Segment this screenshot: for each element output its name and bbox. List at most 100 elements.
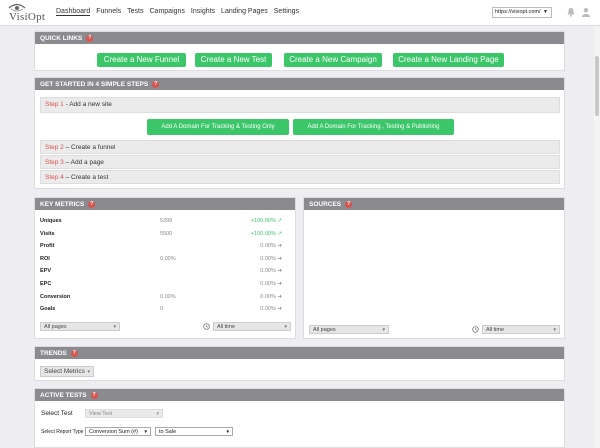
metric-row: Uniques 5399 +100.00% ↗ bbox=[40, 216, 284, 228]
sources-title: SOURCES bbox=[309, 200, 342, 208]
metric-change: 0.00% ➜ bbox=[260, 243, 282, 249]
create-funnel-button[interactable]: Create a New Funnel bbox=[97, 53, 186, 67]
scrollbar-thumb[interactable] bbox=[595, 56, 599, 116]
chevron-down-icon: ▼ bbox=[552, 327, 557, 332]
metric-change-value: 0.00% bbox=[260, 255, 276, 262]
visiopt-logo[interactable]: VisiOpt bbox=[6, 2, 48, 23]
help-icon[interactable]: ? bbox=[152, 80, 160, 88]
report-type-dropdown[interactable]: Conversion Sum (#) ▼ bbox=[85, 427, 151, 436]
sources-header: SOURCES ? bbox=[304, 198, 564, 210]
select-metrics-button[interactable]: Select Metrics ▼ bbox=[40, 366, 94, 377]
select-metrics-label: Select Metrics bbox=[44, 368, 85, 375]
trend-flat-icon: ➜ bbox=[275, 268, 282, 275]
create-test-button[interactable]: Create a New Test bbox=[195, 53, 272, 67]
metric-row: Conversion 0.00% 0.00% ➜ bbox=[40, 292, 284, 304]
metrics-time-select[interactable]: All time ▼ bbox=[213, 322, 291, 331]
sources-panel: SOURCES ? All pages ▼ All time ▼ bbox=[303, 197, 565, 339]
nav-landing-pages[interactable]: Landing Pages bbox=[221, 8, 268, 16]
trend-up-icon: ↗ bbox=[275, 218, 282, 224]
select-test-value: View Test bbox=[89, 411, 113, 417]
step-number: Step 2 bbox=[45, 144, 64, 151]
help-icon[interactable]: ? bbox=[345, 200, 353, 208]
step-text: Create a funnel bbox=[71, 144, 116, 151]
trend-flat-icon: ➜ bbox=[275, 243, 282, 250]
create-landing-page-button[interactable]: Create a New Landing Page bbox=[393, 53, 504, 67]
bell-icon[interactable] bbox=[566, 7, 576, 17]
metric-label: Conversion bbox=[40, 293, 71, 300]
metric-label: ROI bbox=[40, 255, 50, 262]
logo-text: VisiOpt bbox=[9, 11, 46, 23]
report-type-value: Conversion Sum (#) bbox=[89, 429, 138, 435]
metric-label: EPV bbox=[40, 268, 52, 275]
quick-links-title: QUICK LINKS bbox=[40, 34, 83, 42]
step-row-3[interactable]: Step 3 – Add a page bbox=[40, 155, 560, 169]
nav-funnels[interactable]: Funnels bbox=[96, 8, 121, 16]
user-icon[interactable] bbox=[581, 7, 591, 17]
step-row-1[interactable]: Step 1 - Add a new site bbox=[40, 97, 560, 113]
chevron-down-icon: ▼ bbox=[225, 429, 230, 434]
sources-time-select[interactable]: All time ▼ bbox=[482, 325, 560, 334]
add-domain-tracking-button[interactable]: Add A Domain For Tracking & Testing Only bbox=[147, 119, 289, 135]
nav-campaigns[interactable]: Campaigns bbox=[150, 8, 185, 16]
metrics-pages-select[interactable]: All pages ▼ bbox=[40, 322, 120, 331]
trends-header: TRENDS ? bbox=[35, 347, 564, 359]
metric-change: 0.00% ➜ bbox=[260, 268, 282, 274]
select-test-dropdown[interactable]: View Test ▼ bbox=[85, 409, 163, 418]
step-row-2[interactable]: Step 2 – Create a funnel bbox=[40, 140, 560, 154]
get-started-title: GET STARTED IN 4 SIMPLE STEPS bbox=[40, 80, 149, 88]
chevron-down-icon: ▼ bbox=[543, 9, 548, 15]
trends-panel: TRENDS ? Select Metrics ▼ bbox=[34, 346, 565, 381]
main-nav: Dashboard Funnels Tests Campaigns Insigh… bbox=[56, 8, 299, 16]
nav-insights[interactable]: Insights bbox=[191, 8, 215, 16]
chevron-down-icon: ▼ bbox=[155, 411, 160, 416]
step-text: Add a page bbox=[70, 159, 104, 166]
help-icon[interactable]: ? bbox=[90, 391, 98, 399]
metric-change: 0.00% ➜ bbox=[260, 294, 282, 300]
key-metrics-panel: KEY METRICS ? Uniques 5399 +100.00% ↗ Visit… bbox=[34, 197, 296, 339]
metric-row: ROI 0.00% 0.00% ➜ bbox=[40, 254, 284, 266]
metric-change-value: 0.00% bbox=[260, 293, 276, 300]
chevron-down-icon: ▼ bbox=[381, 327, 386, 332]
metric-label: Goals bbox=[40, 306, 56, 313]
step-text: Add a new site bbox=[69, 101, 112, 108]
chevron-down-icon: ▼ bbox=[86, 369, 91, 374]
nav-dashboard[interactable]: Dashboard bbox=[56, 8, 91, 16]
metric-value: 5399 bbox=[160, 218, 173, 224]
metric-row: EPC 0.00% ➜ bbox=[40, 279, 284, 291]
trend-flat-icon: ➜ bbox=[275, 281, 282, 287]
metric-value: 0 bbox=[160, 306, 164, 313]
trend-flat-icon: ➜ bbox=[275, 306, 282, 313]
quick-links-panel: QUICK LINKS ? Create a New Funnel Create… bbox=[34, 31, 565, 71]
metric-change-value: 0.00% bbox=[260, 268, 276, 275]
vertical-scrollbar[interactable] bbox=[594, 26, 600, 448]
step-row-4[interactable]: Step 4 – Create a test bbox=[40, 170, 560, 184]
metric-change: 0.00% ➜ bbox=[260, 281, 282, 287]
add-domain-publishing-button[interactable]: Add A Domain For Tracking , Testing & Pu… bbox=[293, 119, 454, 135]
step-number: Step 4 bbox=[45, 174, 64, 181]
domain-select-value: https://visiopt.com/ bbox=[495, 9, 541, 15]
metric-label: Visits bbox=[40, 230, 55, 237]
metric-value: 5500 bbox=[160, 230, 173, 237]
metric-label: Uniques bbox=[40, 218, 62, 224]
sources-pages-select[interactable]: All pages ▼ bbox=[309, 325, 389, 334]
pages-select-value: All pages bbox=[44, 324, 67, 330]
create-campaign-button[interactable]: Create a New Campaign bbox=[284, 53, 382, 67]
goal-value: to Sale bbox=[159, 429, 177, 435]
goal-dropdown[interactable]: to Sale ▼ bbox=[155, 427, 233, 436]
help-icon[interactable]: ? bbox=[86, 34, 94, 42]
metric-change-value: 0.00% bbox=[260, 306, 276, 313]
nav-settings[interactable]: Settings bbox=[274, 8, 299, 16]
help-icon[interactable]: ? bbox=[88, 200, 96, 208]
time-select-value: All time bbox=[486, 327, 505, 333]
select-test-label: Select Test bbox=[41, 410, 73, 417]
help-icon[interactable]: ? bbox=[70, 349, 78, 357]
quick-links-header: QUICK LINKS ? bbox=[35, 32, 564, 44]
metric-change: +100.00% ↗ bbox=[251, 231, 282, 237]
nav-tests[interactable]: Tests bbox=[127, 8, 143, 16]
top-navbar: VisiOpt Dashboard Funnels Tests Campaign… bbox=[0, 0, 600, 26]
trend-up-icon: ↗ bbox=[275, 230, 282, 237]
metric-change-value: +100.00% bbox=[250, 218, 276, 224]
domain-select[interactable]: https://visiopt.com/ ▼ bbox=[492, 7, 552, 18]
step-separator: – bbox=[63, 144, 72, 151]
report-type-label: Select Report Type bbox=[41, 429, 84, 435]
